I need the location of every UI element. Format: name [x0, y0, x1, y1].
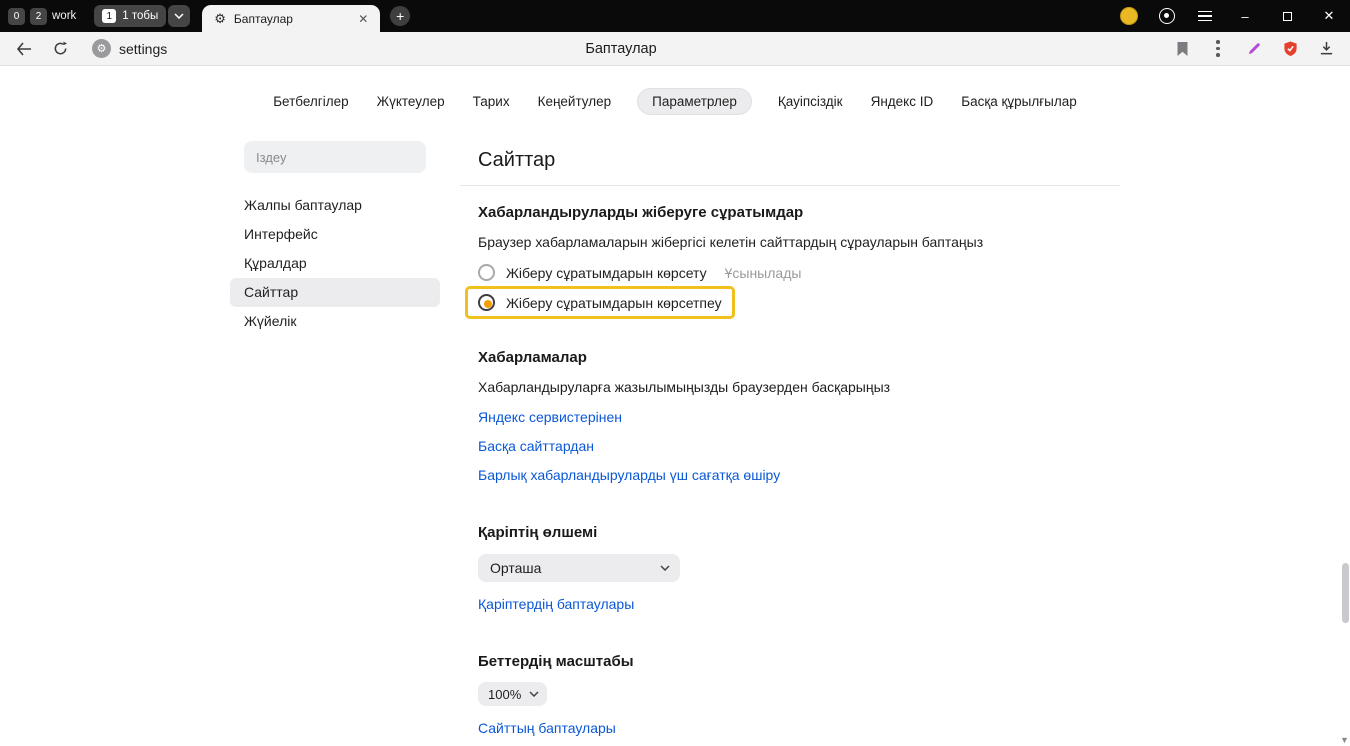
url-text: settings: [119, 41, 167, 57]
work-group-label[interactable]: work: [52, 10, 76, 22]
push-requests-heading: Хабарландыруларды жіберуге сұратымдар: [478, 204, 1102, 221]
sidebar-list: Жалпы баптаулар Интерфейс Құралдар Сайтт…: [230, 191, 440, 336]
radio-show-requests[interactable]: Жіберу сұратымдарын көрсету Ұсынылады: [478, 264, 1102, 281]
titlebar-right: – ✕: [1110, 0, 1350, 32]
link-yandex-services[interactable]: Яндекс сервистерінен: [478, 403, 1102, 432]
search-input[interactable]: [244, 141, 426, 173]
editor-pen-button[interactable]: [1236, 35, 1272, 63]
download-icon: [1319, 41, 1334, 56]
assistant-button[interactable]: [1148, 0, 1186, 32]
refresh-button[interactable]: [42, 35, 78, 63]
settings-top-nav: Бетбелгілер Жүктеулер Тарих Кеңейтулер П…: [0, 66, 1350, 115]
chevron-down-icon: [174, 13, 184, 19]
address-bar[interactable]: ⚙ settings Баптаулар: [78, 35, 1164, 63]
protect-button[interactable]: [1272, 35, 1308, 63]
tab-extensions[interactable]: Кеңейтулер: [536, 89, 614, 114]
bookmark-button[interactable]: [1164, 35, 1200, 63]
tab-settings[interactable]: Параметрлер: [637, 88, 752, 115]
tab-group-chevron-button[interactable]: [168, 5, 190, 27]
back-arrow-icon: [16, 42, 32, 56]
radio-hide-requests[interactable]: Жіберу сұратымдарын көрсетпеу: [478, 294, 722, 311]
new-tab-button[interactable]: +: [390, 6, 410, 26]
site-icon: ⚙: [92, 39, 111, 58]
link-site-settings[interactable]: Сайттың баптаулары: [478, 714, 1102, 743]
tab-group-pill[interactable]: 1 1 тобы: [94, 5, 166, 27]
notifications-heading: Хабарламалар: [478, 349, 1102, 366]
window-close-button[interactable]: ✕: [1308, 0, 1350, 32]
chevron-down-icon: [529, 691, 539, 697]
sidebar-item-system[interactable]: Жүйелік: [230, 307, 440, 336]
pen-icon: [1247, 41, 1262, 56]
refresh-icon: [53, 41, 68, 56]
settings-layout: Жалпы баптаулар Интерфейс Құралдар Сайтт…: [230, 139, 1120, 743]
maximize-icon: [1283, 12, 1292, 21]
tab-bookmarks[interactable]: Бетбелгілер: [271, 89, 350, 114]
titlebar: 0 2 work 1 1 тобы ⚙ Баптаулар ✕ + – ✕: [0, 0, 1350, 32]
tab-security[interactable]: Қауіпсіздік: [776, 89, 845, 114]
work-group-badge[interactable]: 2: [30, 8, 47, 25]
hamburger-icon: [1198, 11, 1212, 22]
downloads-button[interactable]: [1308, 35, 1344, 63]
window-maximize-button[interactable]: [1266, 0, 1308, 32]
sidebar-item-interface[interactable]: Интерфейс: [230, 220, 440, 249]
shield-icon: [1283, 41, 1298, 57]
omnibox-page-title: Баптаулар: [78, 41, 1164, 57]
page-zoom-value: 100%: [488, 687, 521, 702]
tab-downloads[interactable]: Жүктеулер: [375, 89, 447, 114]
notifications-links: Яндекс сервистерінен Басқа сайттардан Ба…: [478, 403, 1102, 490]
radio-checked-icon[interactable]: [478, 294, 495, 311]
notifications-description: Хабарландыруларға жазылымыңызды браузерд…: [478, 379, 1102, 395]
browser-menu-button[interactable]: [1186, 0, 1224, 32]
page-zoom-dropdown[interactable]: 100%: [478, 682, 547, 706]
active-tab-settings[interactable]: ⚙ Баптаулар ✕: [202, 5, 380, 32]
settings-page: Бетбелгілер Жүктеулер Тарих Кеңейтулер П…: [0, 66, 1350, 746]
push-requests-description: Браузер хабарламаларын жібергісі келетін…: [478, 234, 1102, 250]
annotation-highlight-box: Жіберу сұратымдарын көрсетпеу: [465, 286, 735, 319]
window-minimize-button[interactable]: –: [1224, 0, 1266, 32]
radio-show-requests-label: Жіберу сұратымдарын көрсету: [506, 265, 707, 281]
tab-strip: 0 2 work 1 1 тобы ⚙ Баптаулар ✕ +: [0, 0, 1110, 32]
font-size-heading: Қаріптің өлшемі: [478, 524, 1102, 541]
sidebar-item-sites[interactable]: Сайттар: [230, 278, 440, 307]
active-tab-title: Баптаулар: [234, 12, 354, 26]
tab-group-name: 1 тобы: [122, 10, 158, 22]
avatar: [1120, 7, 1138, 25]
gear-icon: ⚙: [214, 11, 226, 27]
sidebar-item-general[interactable]: Жалпы баптаулар: [230, 191, 440, 220]
font-size-value: Орташа: [490, 560, 541, 576]
tab-yandex-id[interactable]: Яндекс ID: [869, 89, 936, 114]
link-font-settings[interactable]: Қаріптердің баптаулары: [478, 590, 1102, 619]
tab-close-icon[interactable]: ✕: [354, 10, 372, 28]
tab-other-devices[interactable]: Басқа құрылғылар: [959, 89, 1079, 114]
settings-sidebar: Жалпы баптаулар Интерфейс Құралдар Сайтт…: [230, 139, 440, 743]
font-size-dropdown[interactable]: Орташа: [478, 554, 680, 582]
toolbar-more-button[interactable]: [1200, 35, 1236, 63]
link-other-sites[interactable]: Басқа сайттардан: [478, 432, 1102, 461]
assistant-icon: [1159, 8, 1175, 24]
tab-history[interactable]: Тарих: [471, 89, 512, 114]
link-mute-all-3h[interactable]: Барлық хабарландыруларды үш сағатқа өшір…: [478, 461, 1102, 490]
profile-avatar-button[interactable]: [1110, 0, 1148, 32]
vertical-dots-icon: [1216, 40, 1220, 57]
radio-hide-requests-label: Жіберу сұратымдарын көрсетпеу: [506, 295, 722, 311]
chevron-down-icon: [660, 565, 670, 571]
tab-counter-badge[interactable]: 0: [8, 8, 25, 25]
back-button[interactable]: [6, 35, 42, 63]
browser-toolbar: ⚙ settings Баптаулар: [0, 32, 1350, 66]
font-links: Қаріптердің баптаулары: [478, 590, 1102, 619]
radio-unchecked-icon[interactable]: [478, 264, 495, 281]
zoom-links: Сайттың баптаулары: [478, 714, 1102, 743]
settings-content: Сайттар Хабарландыруларды жіберуге сұрат…: [460, 139, 1120, 743]
scrollbar-thumb[interactable]: [1342, 563, 1349, 623]
page-title: Сайттар: [460, 139, 1120, 186]
page-zoom-heading: Беттердің масштабы: [478, 653, 1102, 670]
bookmark-flag-icon: [1176, 41, 1189, 57]
recommended-hint: Ұсынылады: [725, 265, 802, 281]
scrollbar-down-arrow[interactable]: ▼: [1340, 735, 1349, 745]
sidebar-item-tools[interactable]: Құралдар: [230, 249, 440, 278]
tab-group-count-badge: 1: [102, 9, 116, 23]
